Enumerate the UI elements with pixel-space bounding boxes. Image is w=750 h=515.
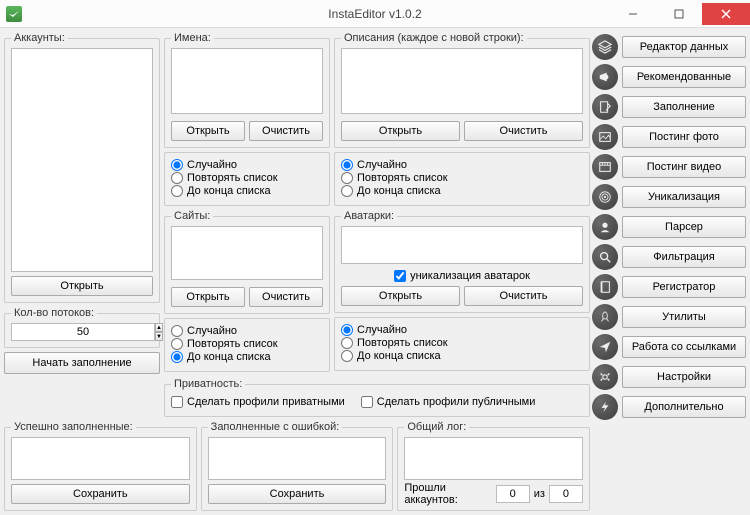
image-icon (592, 124, 618, 150)
privacy-private-check[interactable]: Сделать профили приватными (171, 396, 345, 408)
desc-mode-repeat[interactable]: Повторять список (341, 172, 583, 184)
threads-down[interactable]: ▼ (155, 332, 163, 341)
accounts-group: Аккаунты: Открыть (4, 32, 160, 303)
failed-textarea[interactable] (208, 437, 387, 480)
avatars-mode-repeat[interactable]: Повторять список (341, 337, 583, 349)
names-mode-repeat[interactable]: Повторять список (171, 172, 323, 184)
sites-group: Сайты: Открыть Очистить (164, 210, 330, 314)
privacy-public-check[interactable]: Сделать профили публичными (361, 396, 536, 408)
video-icon (592, 154, 618, 180)
megaphone-icon (592, 64, 618, 90)
success-textarea[interactable] (11, 437, 190, 480)
spiral-icon (592, 184, 618, 210)
lightning-icon (592, 394, 618, 420)
total-count: 0 (549, 485, 583, 503)
avatars-mode-group: Случайно Повторять список До конца списк… (334, 317, 590, 371)
failed-save-button[interactable]: Сохранить (208, 484, 387, 504)
threads-legend: Кол-во потоков: (11, 307, 97, 319)
names-legend: Имена: (171, 32, 214, 44)
side-panel: Редактор данных Рекомендованные Заполнен… (592, 32, 746, 511)
avatars-legend: Аватарки: (341, 210, 397, 222)
user-icon (592, 214, 618, 240)
avatars-mode-end[interactable]: До конца списка (341, 350, 583, 362)
desc-group: Описания (каждое с новой строки): Открыт… (334, 32, 590, 148)
of-label: из (534, 488, 545, 500)
settings-icon (592, 364, 618, 390)
names-mode-random[interactable]: Случайно (171, 159, 323, 171)
desc-mode-end[interactable]: До конца списка (341, 185, 583, 197)
success-group: Успешно заполненные: Сохранить (4, 421, 197, 511)
side-recommended-button[interactable]: Рекомендованные (622, 66, 746, 88)
threads-group: Кол-во потоков: ▲ ▼ (4, 307, 160, 348)
side-more-button[interactable]: Дополнительно (622, 396, 746, 418)
names-group: Имена: Открыть Очистить (164, 32, 330, 148)
side-filter-button[interactable]: Фильтрация (622, 246, 746, 268)
side-utilities-button[interactable]: Утилиты (622, 306, 746, 328)
passed-count: 0 (496, 485, 530, 503)
side-parser-button[interactable]: Парсер (622, 216, 746, 238)
desc-open-button[interactable]: Открыть (341, 121, 460, 141)
avatars-open-button[interactable]: Открыть (341, 286, 460, 306)
side-links-button[interactable]: Работа со ссылками (622, 336, 746, 358)
accounts-open-button[interactable]: Открыть (11, 276, 153, 296)
sites-mode-repeat[interactable]: Повторять список (171, 338, 323, 350)
log-legend: Общий лог: (404, 421, 469, 433)
privacy-legend: Приватность: (171, 378, 245, 390)
names-textarea[interactable] (171, 48, 323, 114)
desc-legend: Описания (каждое с новой строки): (341, 32, 527, 44)
threads-input[interactable] (11, 323, 155, 341)
sites-mode-end[interactable]: До конца списка (171, 351, 323, 363)
send-icon (592, 334, 618, 360)
success-save-button[interactable]: Сохранить (11, 484, 190, 504)
log-textarea[interactable] (404, 437, 583, 480)
failed-group: Заполненные с ошибкой: Сохранить (201, 421, 394, 511)
failed-legend: Заполненные с ошибкой: (208, 421, 343, 433)
side-fill-button[interactable]: Заполнение (622, 96, 746, 118)
minimize-button[interactable] (610, 3, 656, 25)
titlebar: InstaEditor v1.0.2 (0, 0, 750, 28)
start-fill-button[interactable]: Начать заполнение (4, 352, 160, 374)
desc-textarea[interactable] (341, 48, 583, 114)
avatars-unique-check[interactable]: уникализация аватарок (341, 270, 583, 282)
threads-up[interactable]: ▲ (155, 323, 163, 332)
book-icon (592, 274, 618, 300)
desc-clear-button[interactable]: Очистить (464, 121, 583, 141)
log-group: Общий лог: Прошли аккаунтов: 0 из 0 (397, 421, 590, 511)
avatars-clear-button[interactable]: Очистить (464, 286, 583, 306)
avatars-group: Аватарки: уникализация аватарок Открыть … (334, 210, 590, 313)
app-icon (6, 6, 22, 22)
side-post-video-button[interactable]: Постинг видео (622, 156, 746, 178)
avatars-mode-random[interactable]: Случайно (341, 324, 583, 336)
sites-mode-random[interactable]: Случайно (171, 325, 323, 337)
names-open-button[interactable]: Открыть (171, 121, 245, 141)
side-unique-button[interactable]: Уникализация (622, 186, 746, 208)
passed-label: Прошли аккаунтов: (404, 482, 491, 506)
accounts-textarea[interactable] (11, 48, 153, 272)
privacy-group: Приватность: Сделать профили приватными … (164, 378, 590, 417)
sites-legend: Сайты: (171, 210, 213, 222)
layers-icon (592, 34, 618, 60)
side-settings-button[interactable]: Настройки (622, 366, 746, 388)
window-title: InstaEditor v1.0.2 (328, 7, 421, 21)
sites-clear-button[interactable]: Очистить (249, 287, 323, 307)
avatars-textarea[interactable] (341, 226, 583, 264)
edit-icon (592, 94, 618, 120)
desc-mode-random[interactable]: Случайно (341, 159, 583, 171)
sites-open-button[interactable]: Открыть (171, 287, 245, 307)
maximize-button[interactable] (656, 3, 702, 25)
success-legend: Успешно заполненные: (11, 421, 136, 433)
names-mode-end[interactable]: До конца списка (171, 185, 323, 197)
sites-textarea[interactable] (171, 226, 323, 280)
side-register-button[interactable]: Регистратор (622, 276, 746, 298)
desc-mode-group: Случайно Повторять список До конца списк… (334, 152, 590, 206)
close-button[interactable] (702, 3, 750, 25)
rocket-icon (592, 304, 618, 330)
side-data-editor-button[interactable]: Редактор данных (622, 36, 746, 58)
accounts-legend: Аккаунты: (11, 32, 68, 44)
side-post-photo-button[interactable]: Постинг фото (622, 126, 746, 148)
names-clear-button[interactable]: Очистить (249, 121, 323, 141)
names-mode-group: Случайно Повторять список До конца списк… (164, 152, 330, 206)
sites-mode-group: Случайно Повторять список До конца списк… (164, 318, 330, 372)
search-icon (592, 244, 618, 270)
